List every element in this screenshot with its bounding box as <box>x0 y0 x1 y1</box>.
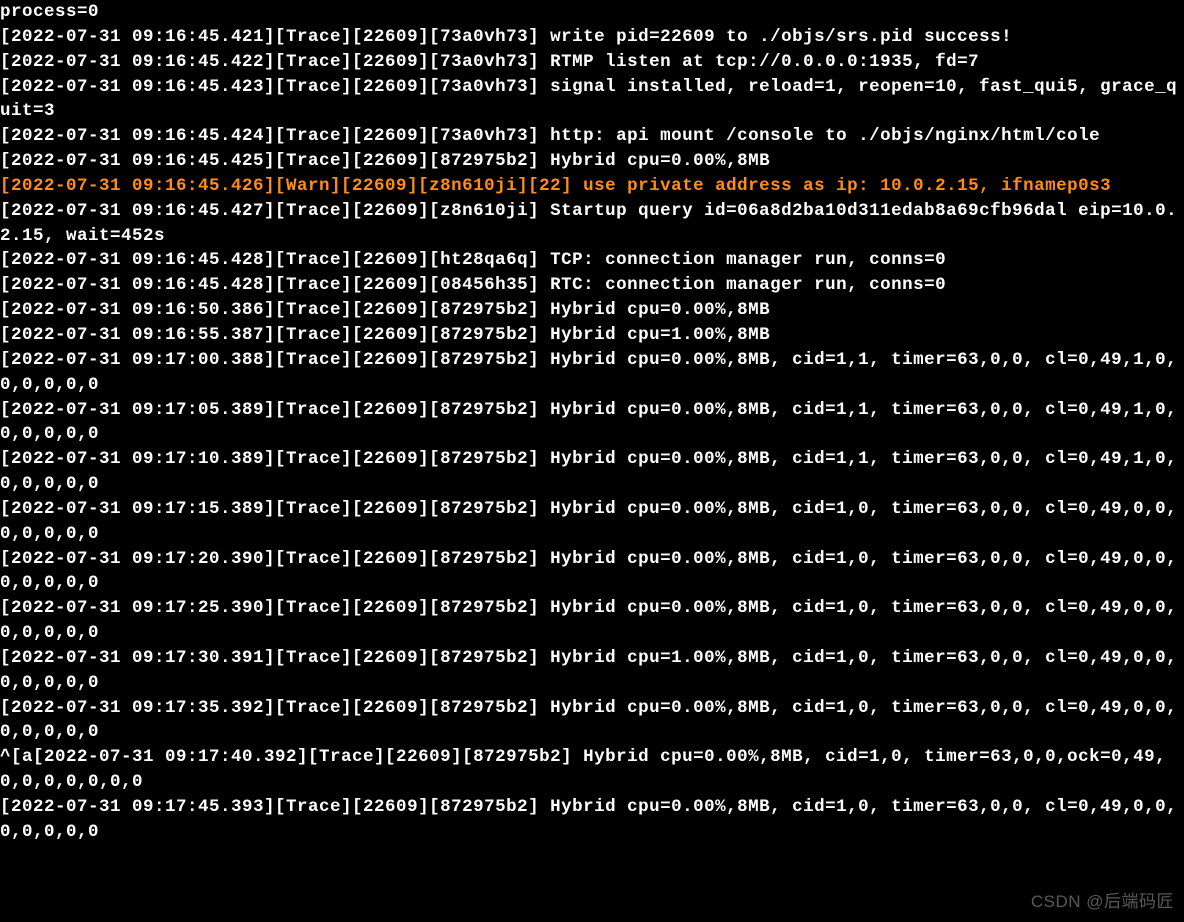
log-line: [2022-07-31 09:17:10.389][Trace][22609][… <box>0 447 1184 497</box>
log-line: [2022-07-31 09:16:50.386][Trace][22609][… <box>0 298 1184 323</box>
log-line: [2022-07-31 09:17:45.393][Trace][22609][… <box>0 795 1184 845</box>
log-line: ^[a[2022-07-31 09:17:40.392][Trace][2260… <box>0 745 1184 795</box>
log-line: [2022-07-31 09:16:45.421][Trace][22609][… <box>0 25 1184 50</box>
log-line: [2022-07-31 09:16:45.423][Trace][22609][… <box>0 75 1184 125</box>
log-line: [2022-07-31 09:16:45.428][Trace][22609][… <box>0 273 1184 298</box>
log-line: [2022-07-31 09:16:45.427][Trace][22609][… <box>0 199 1184 249</box>
log-line: [2022-07-31 09:17:05.389][Trace][22609][… <box>0 398 1184 448</box>
terminal-output[interactable]: process=0[2022-07-31 09:16:45.421][Trace… <box>0 0 1184 922</box>
log-line: [2022-07-31 09:16:45.428][Trace][22609][… <box>0 248 1184 273</box>
log-line: [2022-07-31 09:17:25.390][Trace][22609][… <box>0 596 1184 646</box>
log-line: [2022-07-31 09:16:45.426][Warn][22609][z… <box>0 174 1184 199</box>
log-line: [2022-07-31 09:17:20.390][Trace][22609][… <box>0 547 1184 597</box>
log-line: [2022-07-31 09:16:45.425][Trace][22609][… <box>0 149 1184 174</box>
log-line: [2022-07-31 09:17:00.388][Trace][22609][… <box>0 348 1184 398</box>
log-line: [2022-07-31 09:17:35.392][Trace][22609][… <box>0 696 1184 746</box>
log-line: [2022-07-31 09:16:45.424][Trace][22609][… <box>0 124 1184 149</box>
log-line: [2022-07-31 09:17:15.389][Trace][22609][… <box>0 497 1184 547</box>
log-line: [2022-07-31 09:16:55.387][Trace][22609][… <box>0 323 1184 348</box>
log-line: process=0 <box>0 0 1184 25</box>
log-line: [2022-07-31 09:17:30.391][Trace][22609][… <box>0 646 1184 696</box>
log-line: [2022-07-31 09:16:45.422][Trace][22609][… <box>0 50 1184 75</box>
